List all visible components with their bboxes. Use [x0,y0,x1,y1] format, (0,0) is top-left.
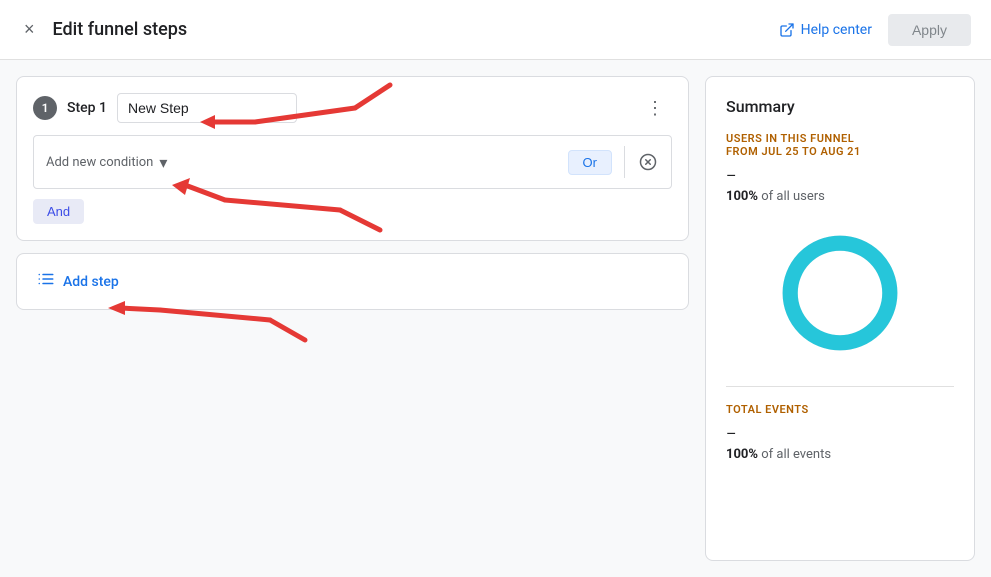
or-button[interactable]: Or [568,150,612,175]
header-right: Help center Apply [779,14,971,46]
external-link-icon [779,22,795,38]
add-step-label: Add step [63,274,119,290]
add-step-icon [37,270,55,293]
circle-x-icon [639,153,657,171]
users-dash: – [726,166,954,185]
header: × Edit funnel steps Help center Apply [0,0,991,60]
condition-text: Add new condition [46,155,153,170]
condition-row: Add new condition ▾ Or [33,135,672,189]
main-content: 1 Step 1 ⋮ Add new condition ▾ Or [0,60,991,577]
divider [624,146,625,178]
total-events-label: TOTAL EVENTS [726,403,954,416]
page-title: Edit funnel steps [53,19,188,40]
events-percent: 100% of all events [726,447,954,462]
summary-panel: Summary USERS IN THIS FUNNEL FROM JUL 25… [705,76,975,561]
help-center-link[interactable]: Help center [779,22,872,38]
users-percent: 100% of all users [726,189,954,204]
step-header: 1 Step 1 ⋮ [33,93,672,123]
step-name-input[interactable] [117,93,297,123]
summary-divider [726,386,954,387]
and-button[interactable]: And [33,199,84,224]
users-in-funnel-label: USERS IN THIS FUNNEL FROM JUL 25 TO AUG … [726,132,954,158]
apply-button[interactable]: Apply [888,14,971,46]
close-button[interactable]: × [20,15,39,44]
header-left: × Edit funnel steps [20,15,187,44]
left-panel: 1 Step 1 ⋮ Add new condition ▾ Or [16,76,689,561]
remove-condition-button[interactable] [637,151,659,173]
donut-chart [726,228,954,358]
chevron-down-icon: ▾ [159,153,167,172]
events-dash: – [726,424,954,443]
step-card: 1 Step 1 ⋮ Add new condition ▾ Or [16,76,689,241]
list-icon [37,270,55,288]
donut-svg [775,228,905,358]
step-menu-button[interactable]: ⋮ [638,94,672,123]
add-step-card[interactable]: Add step [16,253,689,310]
step-label: Step 1 [67,100,107,116]
condition-dropdown[interactable]: Add new condition ▾ [46,153,167,172]
summary-title: Summary [726,97,954,116]
help-center-label: Help center [801,22,872,38]
step-number-badge: 1 [33,96,57,120]
